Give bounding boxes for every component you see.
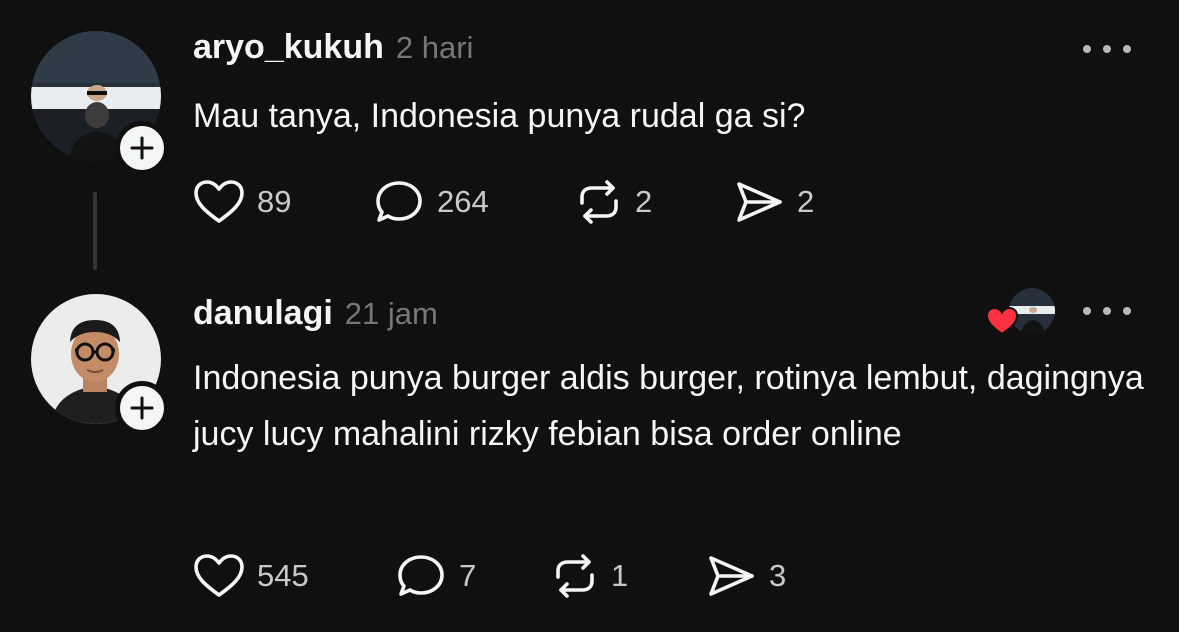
more-dots-icon (1083, 45, 1091, 53)
action-bar: 89 264 2 2 (193, 178, 893, 226)
share-button[interactable]: 3 (705, 552, 786, 600)
follow-button[interactable] (115, 381, 169, 435)
post-text: Indonesia punya burger aldis burger, rot… (193, 359, 1144, 453)
repost-icon (556, 554, 594, 598)
plus-icon (130, 136, 154, 160)
username[interactable]: danulagi (193, 294, 333, 333)
red-heart-icon (985, 306, 1019, 336)
more-dots-icon (1083, 307, 1091, 315)
more-options-button[interactable] (1083, 34, 1131, 64)
liked-by-author-indicator (985, 284, 1059, 340)
reply-post: danulagi 21 jam Indonesia punya burger a… (0, 270, 1179, 632)
like-button[interactable]: 89 (193, 178, 291, 226)
like-count: 89 (257, 184, 292, 219)
reply-count: 264 (437, 184, 489, 219)
repost-icon (580, 180, 618, 224)
comment-icon (376, 181, 422, 222)
heart-icon (194, 180, 244, 223)
share-count: 2 (797, 184, 815, 219)
reply-count: 7 (459, 558, 477, 593)
reply-button[interactable]: 7 (395, 552, 476, 600)
share-count: 3 (769, 558, 787, 593)
send-icon (737, 182, 782, 222)
more-options-button[interactable] (1083, 296, 1131, 326)
timestamp: 21 jam (344, 296, 438, 331)
thread-post: aryo_kukuh 2 hari Mau tanya, Indonesia p… (0, 0, 1179, 270)
thread-line (93, 192, 97, 270)
follow-button[interactable] (115, 121, 169, 175)
repost-button[interactable]: 2 (575, 178, 652, 226)
post-text: Mau tanya, Indonesia punya rudal ga si? (193, 97, 806, 135)
post-header: danulagi 21 jam (193, 294, 438, 333)
action-bar: 545 7 1 3 (193, 552, 893, 600)
repost-count: 2 (635, 184, 653, 219)
heart-icon (194, 554, 244, 597)
post-header: aryo_kukuh 2 hari (193, 28, 473, 67)
repost-count: 1 (611, 558, 629, 593)
send-icon (709, 556, 754, 596)
comment-icon (398, 555, 444, 596)
like-count: 545 (257, 558, 309, 593)
timestamp: 2 hari (395, 30, 474, 65)
reply-button[interactable]: 264 (373, 178, 489, 226)
share-button[interactable]: 2 (733, 178, 814, 226)
repost-button[interactable]: 1 (551, 552, 628, 600)
username[interactable]: aryo_kukuh (193, 28, 384, 67)
like-button[interactable]: 545 (193, 552, 309, 600)
plus-icon (130, 396, 154, 420)
